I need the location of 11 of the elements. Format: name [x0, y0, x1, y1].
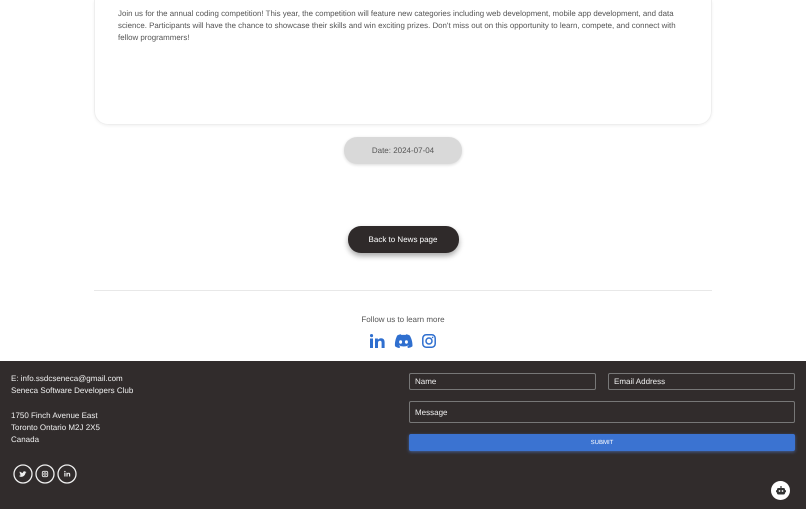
- address-text: 1750 Finch Avenue East: [11, 410, 99, 422]
- address-text: Toronto Ontario M2J 2X5: [11, 422, 101, 434]
- follow-text: Follow us to learn more: [361, 315, 445, 324]
- email-field[interactable]: Email Address: [608, 373, 795, 390]
- contact-text: E: info.ssdcseneca@gmail.com: [11, 373, 124, 385]
- address-text: Canada: [11, 434, 40, 446]
- date-badge: Date: 2024-07-04: [344, 137, 462, 164]
- name-field[interactable]: Name: [409, 373, 596, 390]
- back-button[interactable]: Back to News page: [348, 226, 458, 253]
- message-field[interactable]: Message: [409, 401, 795, 423]
- contact-text: Seneca Software Developers Club: [11, 385, 134, 398]
